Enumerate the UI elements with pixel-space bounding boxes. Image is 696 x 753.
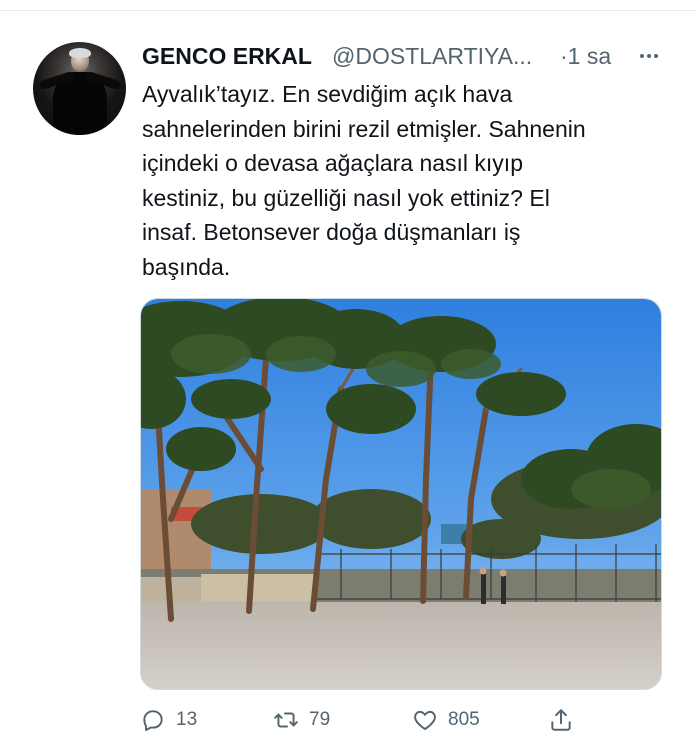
top-divider	[0, 10, 696, 11]
tweet-header: GENCO ERKAL @DOSTLARTIYA... ·1 sa	[142, 40, 682, 72]
avatar-figure-hair	[69, 48, 91, 58]
reply-icon	[143, 710, 163, 731]
share-button[interactable]	[548, 704, 574, 736]
retweet-count: 79	[309, 709, 331, 730]
like-button[interactable]: 805	[412, 704, 480, 736]
author-handle[interactable]: @DOSTLARTIYA...	[332, 40, 532, 72]
more-options-icon[interactable]	[634, 40, 664, 72]
share-icon	[551, 709, 571, 731]
author-avatar[interactable]	[33, 42, 126, 135]
tweet-text: Ayvalık’tayız. En sevdiğim açık hava sah…	[142, 81, 586, 280]
reply-count: 13	[176, 709, 198, 730]
reply-button[interactable]: 13	[140, 704, 197, 736]
retweet-button[interactable]: 79	[273, 704, 330, 736]
author-display-name[interactable]: GENCO ERKAL	[142, 40, 312, 72]
like-count: 805	[448, 709, 480, 730]
tweet-actions: 13 79 805	[140, 704, 680, 736]
time-separator: ·	[560, 43, 568, 69]
time-value: 1 sa	[567, 43, 612, 69]
tweet-timestamp[interactable]: ·1 sa	[560, 40, 611, 72]
photo-scene	[141, 299, 661, 689]
heart-icon	[414, 710, 436, 730]
tweet-photo[interactable]	[140, 298, 662, 690]
retweet-icon	[274, 712, 298, 728]
